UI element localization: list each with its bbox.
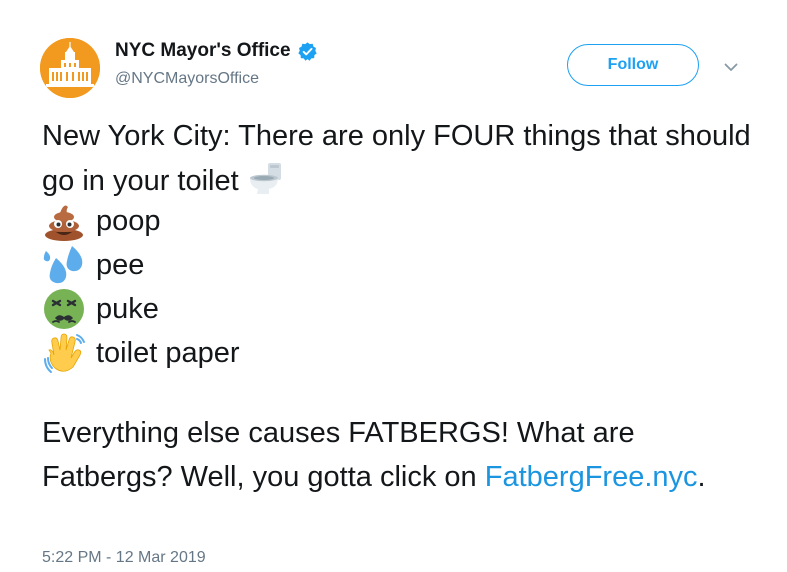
link-suffix: . bbox=[697, 461, 706, 493]
follow-button[interactable]: Follow bbox=[567, 44, 699, 86]
chevron-down-icon[interactable] bbox=[722, 58, 740, 76]
tweet-outro: Everything else causes FATBERGS! What ar… bbox=[42, 411, 762, 499]
waving-hand-icon bbox=[42, 331, 86, 375]
droplets-icon bbox=[42, 243, 86, 287]
tweet-intro-text: New York City: There are only FOUR thing… bbox=[42, 120, 751, 197]
tweet-card: NYC Mayor's Office @NYCMayorsOffice Foll… bbox=[0, 0, 787, 572]
tweet-intro: New York City: There are only FOUR thing… bbox=[42, 114, 762, 203]
list-item: toilet paper bbox=[42, 331, 240, 375]
account-handle[interactable]: @NYCMayorsOffice bbox=[115, 70, 259, 88]
list-item-label: poop bbox=[96, 204, 161, 237]
verified-badge-icon bbox=[297, 41, 318, 62]
display-name[interactable]: NYC Mayor's Office bbox=[115, 40, 291, 62]
toilet-items-list: poop pee puke toilet paper bbox=[42, 199, 240, 375]
list-item: pee bbox=[42, 243, 240, 287]
fatberg-link[interactable]: FatbergFree.nyc bbox=[485, 461, 698, 493]
nauseated-face-icon bbox=[42, 287, 86, 331]
list-item: puke bbox=[42, 287, 240, 331]
list-item: poop bbox=[42, 199, 240, 243]
avatar[interactable] bbox=[40, 38, 100, 98]
account-name-row: NYC Mayor's Office bbox=[115, 40, 318, 62]
toilet-icon bbox=[245, 158, 285, 198]
poop-icon bbox=[42, 199, 86, 243]
city-hall-icon bbox=[40, 38, 100, 98]
list-item-label: pee bbox=[96, 248, 145, 281]
tweet-timestamp[interactable]: 5:22 PM - 12 Mar 2019 bbox=[42, 549, 206, 567]
list-item-label: puke bbox=[96, 292, 159, 325]
list-item-label: toilet paper bbox=[96, 336, 240, 369]
